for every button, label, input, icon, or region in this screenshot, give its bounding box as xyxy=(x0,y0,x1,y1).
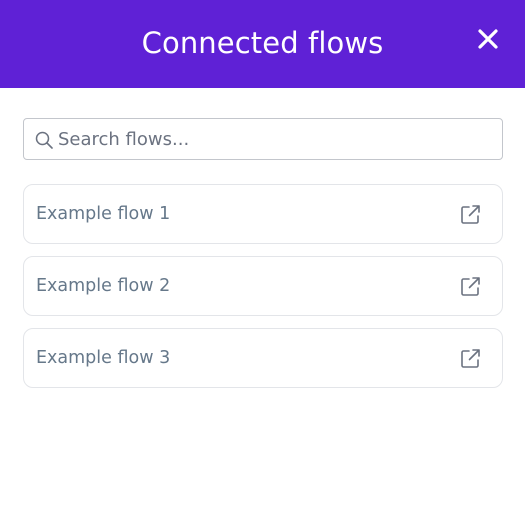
flow-item-2[interactable]: Example flow 2 xyxy=(23,256,503,316)
external-link-icon[interactable] xyxy=(459,347,481,369)
close-button[interactable] xyxy=(470,22,506,56)
flow-label: Example flow 3 xyxy=(36,348,171,368)
connected-flows-panel: Connected flows Example flow 1 Example f… xyxy=(0,0,525,519)
panel-header: Connected flows xyxy=(0,0,525,88)
flow-item-3[interactable]: Example flow 3 xyxy=(23,328,503,388)
flow-item-1[interactable]: Example flow 1 xyxy=(23,184,503,244)
search-input[interactable] xyxy=(58,119,498,159)
external-link-icon[interactable] xyxy=(459,203,481,225)
flow-label: Example flow 2 xyxy=(36,276,171,296)
flow-label: Example flow 1 xyxy=(36,204,171,224)
search-box xyxy=(23,118,503,160)
flow-list: Example flow 1 Example flow 2 Example fl… xyxy=(23,184,503,400)
close-icon xyxy=(478,29,498,49)
panel-title: Connected flows xyxy=(141,25,384,60)
search-icon xyxy=(35,131,53,149)
external-link-icon[interactable] xyxy=(459,275,481,297)
